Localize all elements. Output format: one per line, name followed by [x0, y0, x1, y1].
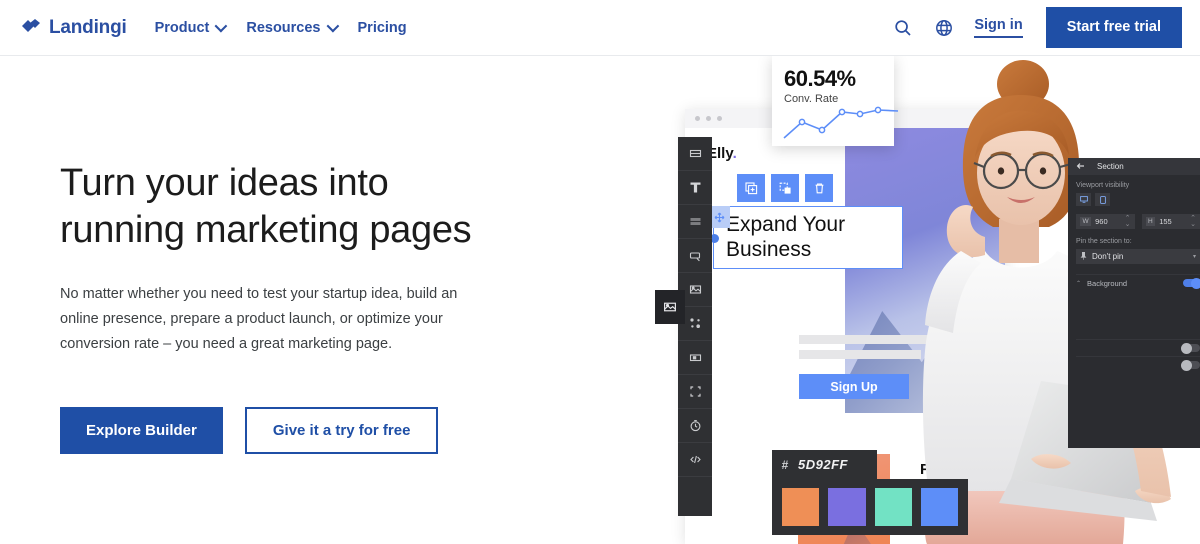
color-picker: # 5D92FF	[772, 450, 968, 535]
globe-icon[interactable]	[933, 17, 955, 39]
sidebar-item-code[interactable]	[678, 443, 712, 477]
chevron-up-icon: ⌃	[1076, 280, 1082, 287]
resize-icon[interactable]	[771, 174, 799, 202]
hero-content: Turn your ideas into running marketing p…	[60, 160, 530, 455]
window-dot	[717, 116, 722, 121]
nav-item-resources[interactable]: Resources	[246, 19, 339, 36]
viewport-visibility-label: Viewport visibility	[1076, 182, 1130, 189]
brand-logo[interactable]: Landingi	[20, 17, 127, 39]
nav-item-pricing[interactable]: Pricing	[358, 20, 407, 36]
extra-toggle-1[interactable]	[1181, 342, 1200, 354]
nav-links: Product Resources Pricing	[155, 20, 407, 36]
color-swatch-row	[772, 479, 968, 535]
sidebar-item-image-active[interactable]	[655, 290, 685, 324]
sign-in-link[interactable]: Sign in	[974, 17, 1023, 38]
mobile-icon[interactable]	[1095, 193, 1110, 206]
background-toggle[interactable]	[1183, 277, 1200, 289]
pin-section-label: Pin the section to:	[1076, 238, 1132, 245]
nav-item-product[interactable]: Product	[154, 19, 228, 36]
sidebar-item-video[interactable]	[678, 341, 712, 375]
pin-icon	[1080, 251, 1087, 262]
chevron-down-icon: ▾	[1192, 254, 1196, 260]
hero-illustration: Elly. Sign Up Few You	[600, 56, 1200, 544]
sidebar-item-button[interactable]	[678, 239, 712, 273]
height-value: 155	[1159, 217, 1172, 226]
search-icon[interactable]	[892, 17, 914, 39]
nav-item-pricing-label: Pricing	[357, 19, 407, 36]
sidebar-item-text[interactable]	[678, 171, 712, 205]
landingi-diamond-logo	[20, 18, 42, 38]
stepper-icon[interactable]: ⌃ ⌄	[1125, 215, 1131, 228]
element-toolbar	[737, 174, 833, 202]
viewport-visibility-group	[1076, 193, 1200, 206]
top-navigation-bar: Landingi Product Resources Pricing Sign …	[0, 0, 1200, 56]
hero-heading-line-2: running marketing pages	[60, 209, 472, 252]
extra-toggle-2[interactable]	[1181, 359, 1200, 371]
nav-item-product-label: Product	[154, 19, 210, 36]
trash-icon[interactable]	[805, 174, 833, 202]
selected-heading-line-2: Business	[726, 237, 812, 261]
width-label: W	[1080, 217, 1092, 226]
panel-spacer	[1076, 291, 1200, 339]
mock-logo-dot: .	[732, 145, 737, 162]
section-settings-panel: Section Viewport visibility W 960 ⌃ ⌄ H …	[1068, 158, 1200, 448]
hex-value: 5D92FF	[798, 457, 848, 472]
selected-heading-text: Expand Your Business	[726, 213, 845, 263]
extra-toggle-row-1[interactable]	[1076, 339, 1200, 356]
explore-builder-button[interactable]: Explore Builder	[60, 407, 223, 455]
height-label: H	[1145, 217, 1156, 226]
hex-input-row[interactable]: # 5D92FF	[772, 450, 877, 479]
sidebar-item-layout[interactable]	[678, 205, 712, 239]
conversion-rate-chart	[783, 106, 899, 139]
nav-item-resources-label: Resources	[246, 19, 321, 36]
panel-header: Section	[1068, 158, 1200, 175]
stepper-icon[interactable]: ⌃ ⌄	[1190, 215, 1196, 228]
panel-body: Viewport visibility W 960 ⌃ ⌄ H 155 ⌃ ⌄ …	[1068, 175, 1200, 373]
start-free-trial-button[interactable]: Start free trial	[1045, 7, 1182, 48]
sidebar-item-timer[interactable]	[678, 409, 712, 443]
hero-subtext: No matter whether you need to test your …	[60, 286, 458, 353]
duplicate-icon[interactable]	[737, 174, 765, 202]
color-swatch-blue[interactable]	[920, 488, 958, 526]
hero-heading-line-1: Turn your ideas into	[60, 162, 389, 204]
back-arrow-icon[interactable]	[1076, 162, 1085, 172]
background-label: Background	[1087, 278, 1128, 288]
desktop-icon[interactable]	[1076, 193, 1091, 206]
window-dot	[695, 116, 700, 121]
selected-heading-line-1: Expand Your	[726, 212, 846, 236]
hero-cta-group: Explore Builder Give it a try for free	[60, 407, 530, 455]
page-title: Turn your ideas into running marketing p…	[60, 160, 530, 254]
dimension-fields: W 960 ⌃ ⌄ H 155 ⌃ ⌄	[1076, 214, 1200, 229]
pin-section-value: Don't pin	[1092, 252, 1124, 261]
color-swatch-mint[interactable]	[874, 488, 912, 526]
editor-sidebar-rail	[678, 137, 712, 516]
conversion-rate-card: 60.54% Conv. Rate	[772, 56, 899, 146]
chevron-down-icon	[214, 19, 228, 33]
width-value: 960	[1095, 217, 1108, 226]
extra-toggle-row-2[interactable]	[1076, 356, 1200, 373]
background-row[interactable]: ⌃ Background	[1076, 274, 1200, 291]
pin-section-select[interactable]: Don't pin ▾	[1076, 249, 1200, 264]
window-dot	[706, 116, 711, 121]
color-swatch-purple[interactable]	[828, 488, 866, 526]
height-field[interactable]: H 155 ⌃ ⌄	[1141, 214, 1200, 229]
panel-title: Section	[1097, 162, 1124, 171]
width-field[interactable]: W 960 ⌃ ⌄	[1076, 214, 1135, 229]
color-swatch-orange[interactable]	[782, 488, 820, 526]
conversion-rate-value: 60.54%	[784, 66, 856, 91]
hash-symbol: #	[781, 457, 789, 472]
nav-right-actions: Sign in Start free trial	[892, 7, 1182, 48]
sidebar-item-section[interactable]	[678, 137, 712, 171]
give-it-a-try-button[interactable]: Give it a try for free	[244, 407, 439, 455]
chevron-down-icon	[326, 19, 339, 33]
brand-name: Landingi	[49, 16, 127, 38]
sidebar-item-box[interactable]	[678, 375, 712, 409]
